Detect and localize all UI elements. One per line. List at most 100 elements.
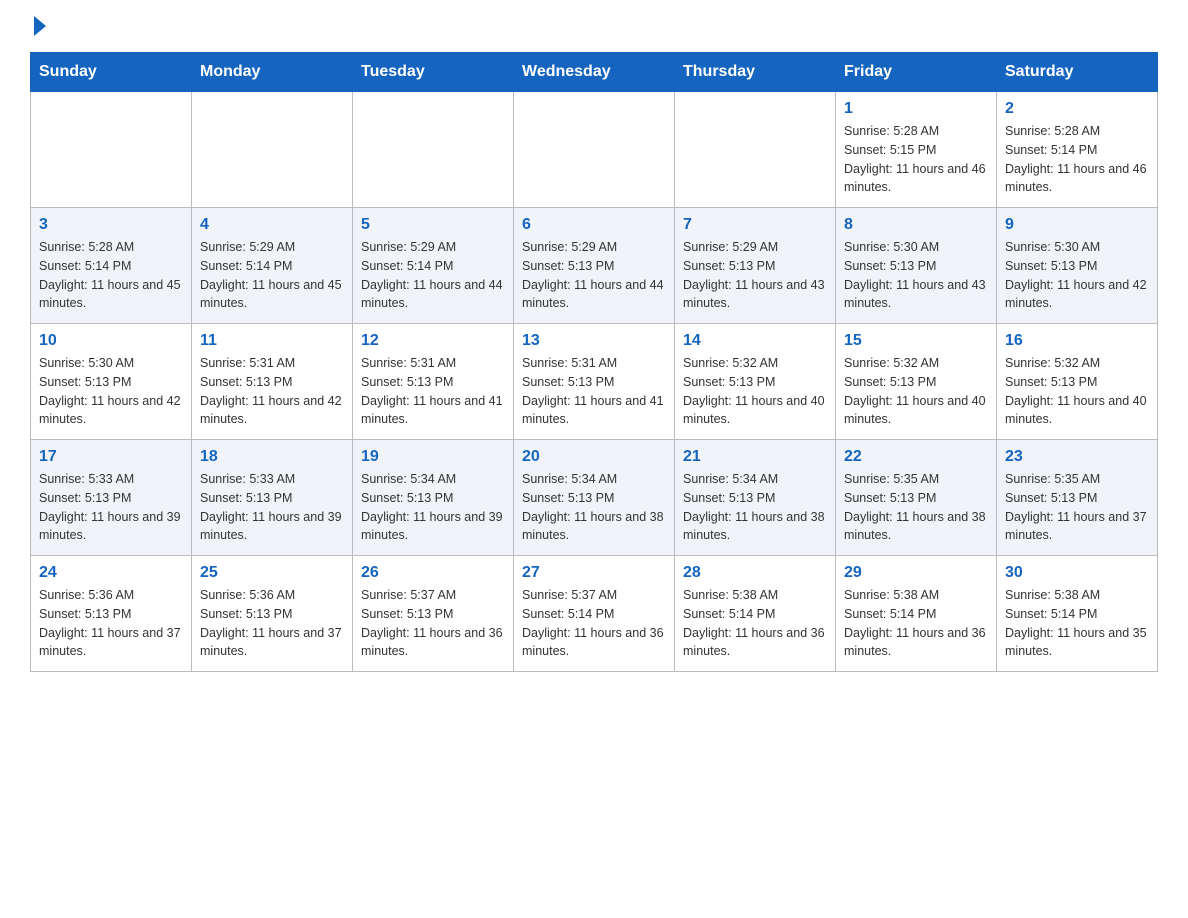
day-info: Sunrise: 5:33 AMSunset: 5:13 PMDaylight:… (200, 470, 344, 545)
calendar-cell: 3 Sunrise: 5:28 AMSunset: 5:14 PMDaylight… (31, 208, 192, 324)
calendar-cell: 16 Sunrise: 5:32 AMSunset: 5:13 PMDayligh… (997, 324, 1158, 440)
calendar-cell (31, 92, 192, 208)
logo-triangle-icon (34, 16, 46, 36)
day-number: 7 (683, 216, 827, 234)
day-info: Sunrise: 5:34 AMSunset: 5:13 PMDaylight:… (522, 470, 666, 545)
calendar-week-1: 1 Sunrise: 5:28 AMSunset: 5:15 PMDaylight… (31, 92, 1158, 208)
day-info: Sunrise: 5:28 AMSunset: 5:14 PMDaylight:… (39, 238, 183, 313)
day-number: 23 (1005, 448, 1149, 466)
weekday-header-monday: Monday (192, 53, 353, 92)
calendar-cell: 19 Sunrise: 5:34 AMSunset: 5:13 PMDayligh… (353, 440, 514, 556)
calendar-cell: 22 Sunrise: 5:35 AMSunset: 5:13 PMDayligh… (836, 440, 997, 556)
day-info: Sunrise: 5:29 AMSunset: 5:13 PMDaylight:… (683, 238, 827, 313)
calendar-week-3: 10 Sunrise: 5:30 AMSunset: 5:13 PMDayligh… (31, 324, 1158, 440)
calendar-cell: 2 Sunrise: 5:28 AMSunset: 5:14 PMDaylight… (997, 92, 1158, 208)
calendar-cell: 27Sunrise: 5:37 AMSunset: 5:14 PMDayligh… (514, 556, 675, 672)
day-number: 12 (361, 332, 505, 350)
calendar-cell (675, 92, 836, 208)
day-number: 1 (844, 100, 988, 118)
day-number: 2 (1005, 100, 1149, 118)
day-number: 28 (683, 564, 827, 582)
day-number: 24 (39, 564, 183, 582)
day-info: Sunrise: 5:32 AMSunset: 5:13 PMDaylight:… (683, 354, 827, 429)
day-number: 9 (1005, 216, 1149, 234)
day-info: Sunrise: 5:32 AMSunset: 5:13 PMDaylight:… (1005, 354, 1149, 429)
calendar-cell: 21 Sunrise: 5:34 AMSunset: 5:13 PMDayligh… (675, 440, 836, 556)
day-number: 16 (1005, 332, 1149, 350)
day-number: 29 (844, 564, 988, 582)
day-number: 19 (361, 448, 505, 466)
day-info: Sunrise: 5:34 AMSunset: 5:13 PMDaylight:… (683, 470, 827, 545)
calendar-cell: 12 Sunrise: 5:31 AMSunset: 5:13 PMDayligh… (353, 324, 514, 440)
calendar-table: SundayMondayTuesdayWednesdayThursdayFrid… (30, 52, 1158, 672)
calendar-cell: 17 Sunrise: 5:33 AMSunset: 5:13 PMDayligh… (31, 440, 192, 556)
weekday-header-row: SundayMondayTuesdayWednesdayThursdayFrid… (31, 53, 1158, 92)
day-number: 25 (200, 564, 344, 582)
calendar-cell: 10 Sunrise: 5:30 AMSunset: 5:13 PMDayligh… (31, 324, 192, 440)
day-number: 6 (522, 216, 666, 234)
calendar-cell: 23 Sunrise: 5:35 AMSunset: 5:13 PMDayligh… (997, 440, 1158, 556)
day-info: Sunrise: 5:35 AMSunset: 5:13 PMDaylight:… (1005, 470, 1149, 545)
calendar-cell: 11Sunrise: 5:31 AMSunset: 5:13 PMDayligh… (192, 324, 353, 440)
day-info: Sunrise: 5:34 AMSunset: 5:13 PMDaylight:… (361, 470, 505, 545)
calendar-cell: 26Sunrise: 5:37 AMSunset: 5:13 PMDayligh… (353, 556, 514, 672)
day-number: 13 (522, 332, 666, 350)
calendar-cell: 28 Sunrise: 5:38 AMSunset: 5:14 PMDayligh… (675, 556, 836, 672)
day-info: Sunrise: 5:32 AMSunset: 5:13 PMDaylight:… (844, 354, 988, 429)
weekday-header-saturday: Saturday (997, 53, 1158, 92)
weekday-header-tuesday: Tuesday (353, 53, 514, 92)
calendar-cell: 24 Sunrise: 5:36 AMSunset: 5:13 PMDayligh… (31, 556, 192, 672)
logo (30, 20, 46, 32)
day-number: 22 (844, 448, 988, 466)
calendar-cell: 5 Sunrise: 5:29 AMSunset: 5:14 PMDaylight… (353, 208, 514, 324)
calendar-cell (353, 92, 514, 208)
day-info: Sunrise: 5:28 AMSunset: 5:15 PMDaylight:… (844, 122, 988, 197)
day-number: 14 (683, 332, 827, 350)
day-number: 3 (39, 216, 183, 234)
day-info: Sunrise: 5:38 AMSunset: 5:14 PMDaylight:… (844, 586, 988, 661)
calendar-cell: 13 Sunrise: 5:31 AMSunset: 5:13 PMDayligh… (514, 324, 675, 440)
day-info: Sunrise: 5:38 AMSunset: 5:14 PMDaylight:… (1005, 586, 1149, 661)
day-info: Sunrise: 5:31 AMSunset: 5:13 PMDaylight:… (361, 354, 505, 429)
day-info: Sunrise: 5:28 AMSunset: 5:14 PMDaylight:… (1005, 122, 1149, 197)
calendar-cell: 25 Sunrise: 5:36 AMSunset: 5:13 PMDayligh… (192, 556, 353, 672)
day-info: Sunrise: 5:36 AMSunset: 5:13 PMDaylight:… (200, 586, 344, 661)
calendar-cell: 8Sunrise: 5:30 AMSunset: 5:13 PMDaylight… (836, 208, 997, 324)
calendar-cell (192, 92, 353, 208)
day-info: Sunrise: 5:31 AMSunset: 5:13 PMDaylight:… (522, 354, 666, 429)
calendar-cell: 18 Sunrise: 5:33 AMSunset: 5:13 PMDayligh… (192, 440, 353, 556)
day-info: Sunrise: 5:33 AMSunset: 5:13 PMDaylight:… (39, 470, 183, 545)
day-info: Sunrise: 5:35 AMSunset: 5:13 PMDaylight:… (844, 470, 988, 545)
weekday-header-wednesday: Wednesday (514, 53, 675, 92)
calendar-cell: 1 Sunrise: 5:28 AMSunset: 5:15 PMDaylight… (836, 92, 997, 208)
calendar-week-2: 3 Sunrise: 5:28 AMSunset: 5:14 PMDaylight… (31, 208, 1158, 324)
day-number: 30 (1005, 564, 1149, 582)
day-info: Sunrise: 5:30 AMSunset: 5:13 PMDaylight:… (39, 354, 183, 429)
day-number: 10 (39, 332, 183, 350)
calendar-cell: 9 Sunrise: 5:30 AMSunset: 5:13 PMDaylight… (997, 208, 1158, 324)
day-number: 17 (39, 448, 183, 466)
day-info: Sunrise: 5:29 AMSunset: 5:14 PMDaylight:… (361, 238, 505, 313)
day-number: 18 (200, 448, 344, 466)
weekday-header-thursday: Thursday (675, 53, 836, 92)
day-number: 27 (522, 564, 666, 582)
day-info: Sunrise: 5:30 AMSunset: 5:13 PMDaylight:… (844, 238, 988, 313)
calendar-cell: 29 Sunrise: 5:38 AMSunset: 5:14 PMDayligh… (836, 556, 997, 672)
calendar-cell (514, 92, 675, 208)
page-header (30, 20, 1158, 32)
day-number: 26 (361, 564, 505, 582)
calendar-cell: 7 Sunrise: 5:29 AMSunset: 5:13 PMDaylight… (675, 208, 836, 324)
day-number: 11 (200, 332, 344, 350)
day-info: Sunrise: 5:36 AMSunset: 5:13 PMDaylight:… (39, 586, 183, 661)
calendar-cell: 15 Sunrise: 5:32 AMSunset: 5:13 PMDayligh… (836, 324, 997, 440)
day-info: Sunrise: 5:29 AMSunset: 5:14 PMDaylight:… (200, 238, 344, 313)
calendar-cell: 30 Sunrise: 5:38 AMSunset: 5:14 PMDayligh… (997, 556, 1158, 672)
day-number: 21 (683, 448, 827, 466)
day-number: 15 (844, 332, 988, 350)
day-number: 5 (361, 216, 505, 234)
day-info: Sunrise: 5:29 AMSunset: 5:13 PMDaylight:… (522, 238, 666, 313)
calendar-cell: 20Sunrise: 5:34 AMSunset: 5:13 PMDayligh… (514, 440, 675, 556)
day-info: Sunrise: 5:38 AMSunset: 5:14 PMDaylight:… (683, 586, 827, 661)
weekday-header-friday: Friday (836, 53, 997, 92)
day-info: Sunrise: 5:30 AMSunset: 5:13 PMDaylight:… (1005, 238, 1149, 313)
